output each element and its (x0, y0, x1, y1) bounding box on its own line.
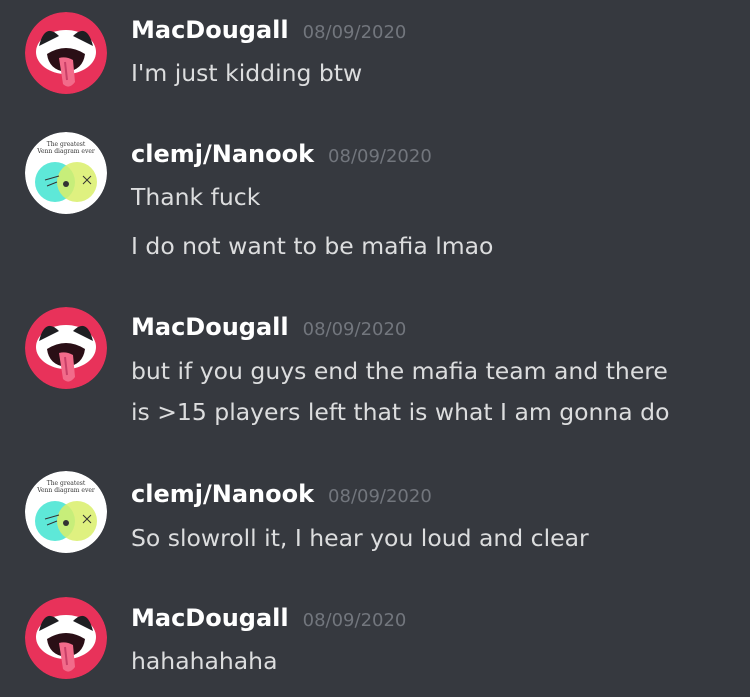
tongue-face-avatar[interactable] (25, 12, 107, 94)
venn-diagram-avatar[interactable]: The greatest Venn diagram ever (25, 471, 107, 553)
timestamp: 08/09/2020 (302, 610, 407, 631)
message-text: So slowroll it, I hear you loud and clea… (131, 524, 589, 552)
svg-text:The greatest: The greatest (47, 480, 86, 487)
timestamp: 08/09/2020 (302, 319, 407, 340)
message-text: I do not want to be mafia lmao (131, 232, 494, 260)
message-text: is >15 players left that is what I am go… (131, 398, 670, 426)
username[interactable]: clemj/Nanook (131, 140, 314, 168)
username[interactable]: clemj/Nanook (131, 480, 314, 508)
timestamp: 08/09/2020 (328, 486, 432, 507)
username[interactable]: MacDougall (131, 16, 289, 44)
svg-text:The greatest: The greatest (47, 141, 86, 148)
username[interactable]: MacDougall (131, 313, 289, 341)
tongue-face-avatar[interactable] (25, 597, 107, 679)
venn-diagram-avatar[interactable]: The greatest Venn diagram ever (25, 132, 107, 214)
svg-text:Venn diagram ever: Venn diagram ever (36, 148, 95, 155)
message-text: Thank fuck (131, 183, 261, 211)
svg-text:Venn diagram ever: Venn diagram ever (36, 487, 95, 494)
tongue-face-avatar[interactable] (25, 307, 107, 389)
timestamp: 08/09/2020 (328, 146, 432, 167)
timestamp: 08/09/2020 (302, 22, 407, 43)
username[interactable]: MacDougall (131, 604, 289, 632)
message-text: hahahahaha (131, 647, 278, 675)
message-text: I'm just kidding btw (131, 59, 363, 87)
message-text: but if you guys end the mafia team and t… (131, 357, 668, 385)
